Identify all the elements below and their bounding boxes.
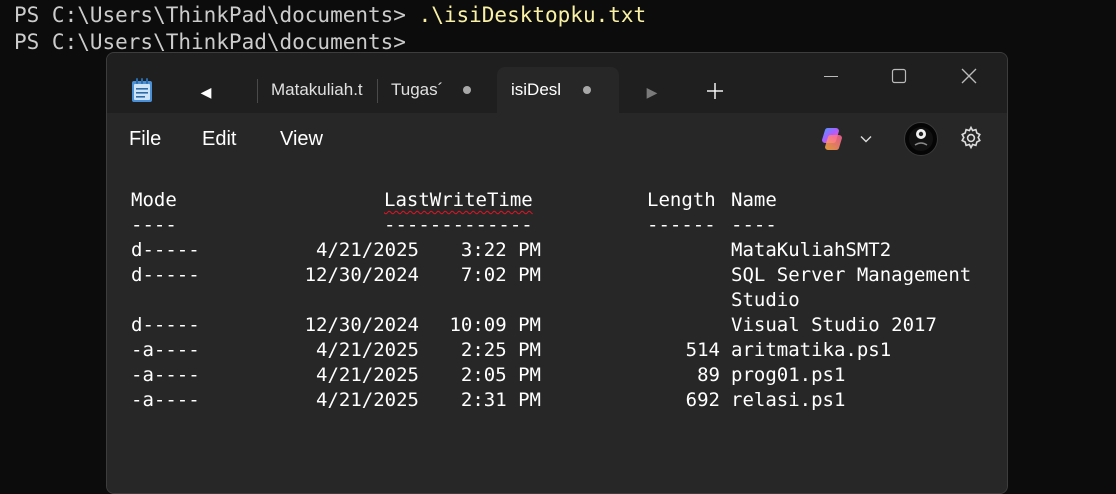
minimize-icon <box>824 76 838 77</box>
row-date: 4/21/2025 <box>316 389 419 411</box>
terminal-prompt: PS C:\Users\ThinkPad\documents> <box>14 3 419 27</box>
menu-view[interactable]: View <box>280 127 323 151</box>
avatar[interactable] <box>904 122 938 156</box>
row-mode: -a---- <box>131 389 200 411</box>
title-bar[interactable]: ◀ Matakuliah.t Tugas´ isiDesl ▶ <box>107 53 1007 113</box>
row-date: 4/21/2025 <box>316 364 419 386</box>
file-row: d----- 12/30/2024 7:02 PM SQL Server Manage… <box>131 263 971 288</box>
tab-scroll-left-button[interactable]: ◀ <box>193 79 219 105</box>
notepad-window: ◀ Matakuliah.t Tugas´ isiDesl ▶ File Edi… <box>106 52 1008 494</box>
caret-right-icon: ▶ <box>646 83 658 100</box>
tab-scroll-right-button[interactable]: ▶ <box>639 79 665 105</box>
divider-mode: ---- <box>131 214 177 236</box>
tab-isidesktopku[interactable]: isiDesl <box>497 67 619 113</box>
row-date: 12/30/2024 <box>304 264 419 286</box>
row-name: Visual Studio 2017 <box>731 314 937 336</box>
divider-length: ------ <box>647 214 716 236</box>
file-row: -a---- 4/21/2025 2:31 PM 692 relasi.ps1 <box>131 388 845 413</box>
header-length: Length <box>647 189 716 211</box>
tab-label: Tugas´ <box>391 80 443 99</box>
row-mode: d----- <box>131 314 200 336</box>
menu-file[interactable]: File <box>129 127 161 151</box>
menu-edit[interactable]: Edit <box>202 127 236 151</box>
gear-icon <box>961 125 981 150</box>
row-name: MataKuliahSMT2 <box>731 239 892 261</box>
tab-label: Matakuliah.t <box>271 80 363 99</box>
header-line: Mode LastWriteTime Length Name <box>131 188 777 213</box>
chevron-down-icon <box>860 136 872 143</box>
row-length: 514 <box>685 339 720 361</box>
row-mode: d----- <box>131 264 200 286</box>
row-length: 89 <box>697 364 720 386</box>
close-icon <box>961 68 977 84</box>
close-button[interactable] <box>949 61 989 91</box>
terminal-prompt: PS C:\Users\ThinkPad\documents> <box>14 30 406 54</box>
notepad-icon <box>131 77 153 103</box>
tab-label: isiDesl <box>511 80 562 99</box>
tab-matakuliah[interactable]: Matakuliah.t <box>271 67 379 113</box>
unsaved-dot-icon <box>463 86 471 94</box>
new-tab-button[interactable] <box>701 77 729 105</box>
maximize-icon <box>891 68 907 84</box>
settings-button[interactable] <box>958 125 984 151</box>
header-name: Name <box>731 189 777 211</box>
row-time: 2:05 PM <box>460 364 541 386</box>
plus-icon <box>707 83 723 99</box>
divider-lastwritetime: ------------- <box>384 214 533 236</box>
copilot-button[interactable] <box>819 124 875 154</box>
caret-left-icon: ◀ <box>200 83 212 100</box>
divider-line: ---- ------------- ------ ---- <box>131 213 777 238</box>
row-mode: -a---- <box>131 339 200 361</box>
row-mode: d----- <box>131 239 200 261</box>
row-name: aritmatika.ps1 <box>731 339 892 361</box>
row-mode: -a---- <box>131 364 200 386</box>
file-row: -a---- 4/21/2025 2:05 PM 89 prog01.ps1 <box>131 363 845 388</box>
row-time: 3:22 PM <box>460 239 541 261</box>
terminal-command: .\isiDesktopku.txt <box>418 3 647 27</box>
file-row: d----- 12/30/2024 10:09 PM Visual Studio 20… <box>131 313 937 338</box>
file-row: d----- 4/21/2025 3:22 PM MataKuliahSMT2 <box>131 238 891 263</box>
maximize-button[interactable] <box>879 61 919 91</box>
row-date: 12/30/2024 <box>304 314 419 336</box>
header-mode: Mode <box>131 189 177 211</box>
text-editor[interactable]: Mode LastWriteTime Length Name ---- --------… <box>107 163 1007 493</box>
tab-tugas[interactable]: Tugas´ <box>391 67 491 113</box>
row-name: relasi.ps1 <box>731 389 846 411</box>
row-time: 2:31 PM <box>460 389 541 411</box>
divider-name: ---- <box>731 214 777 236</box>
tab-divider <box>377 79 378 103</box>
row-name: prog01.ps1 <box>731 364 846 386</box>
row-name-continuation: Studio <box>731 289 800 311</box>
unsaved-dot-icon <box>583 86 591 94</box>
row-time: 10:09 PM <box>449 314 541 336</box>
row-name: SQL Server Management <box>731 264 972 286</box>
tab-divider <box>257 79 258 103</box>
header-lastwritetime: LastWriteTime <box>384 189 533 211</box>
row-length: 692 <box>685 389 720 411</box>
row-date: 4/21/2025 <box>316 339 419 361</box>
row-time: 7:02 PM <box>460 264 541 286</box>
file-row: -a---- 4/21/2025 2:25 PM 514 aritmatika.ps1 <box>131 338 891 363</box>
copilot-icon <box>822 127 842 151</box>
minimize-button[interactable] <box>811 61 851 91</box>
row-time: 2:25 PM <box>460 339 541 361</box>
terminal-line: PS C:\Users\ThinkPad\documents> .\isiDes… <box>14 2 646 28</box>
row-date: 4/21/2025 <box>316 239 419 261</box>
